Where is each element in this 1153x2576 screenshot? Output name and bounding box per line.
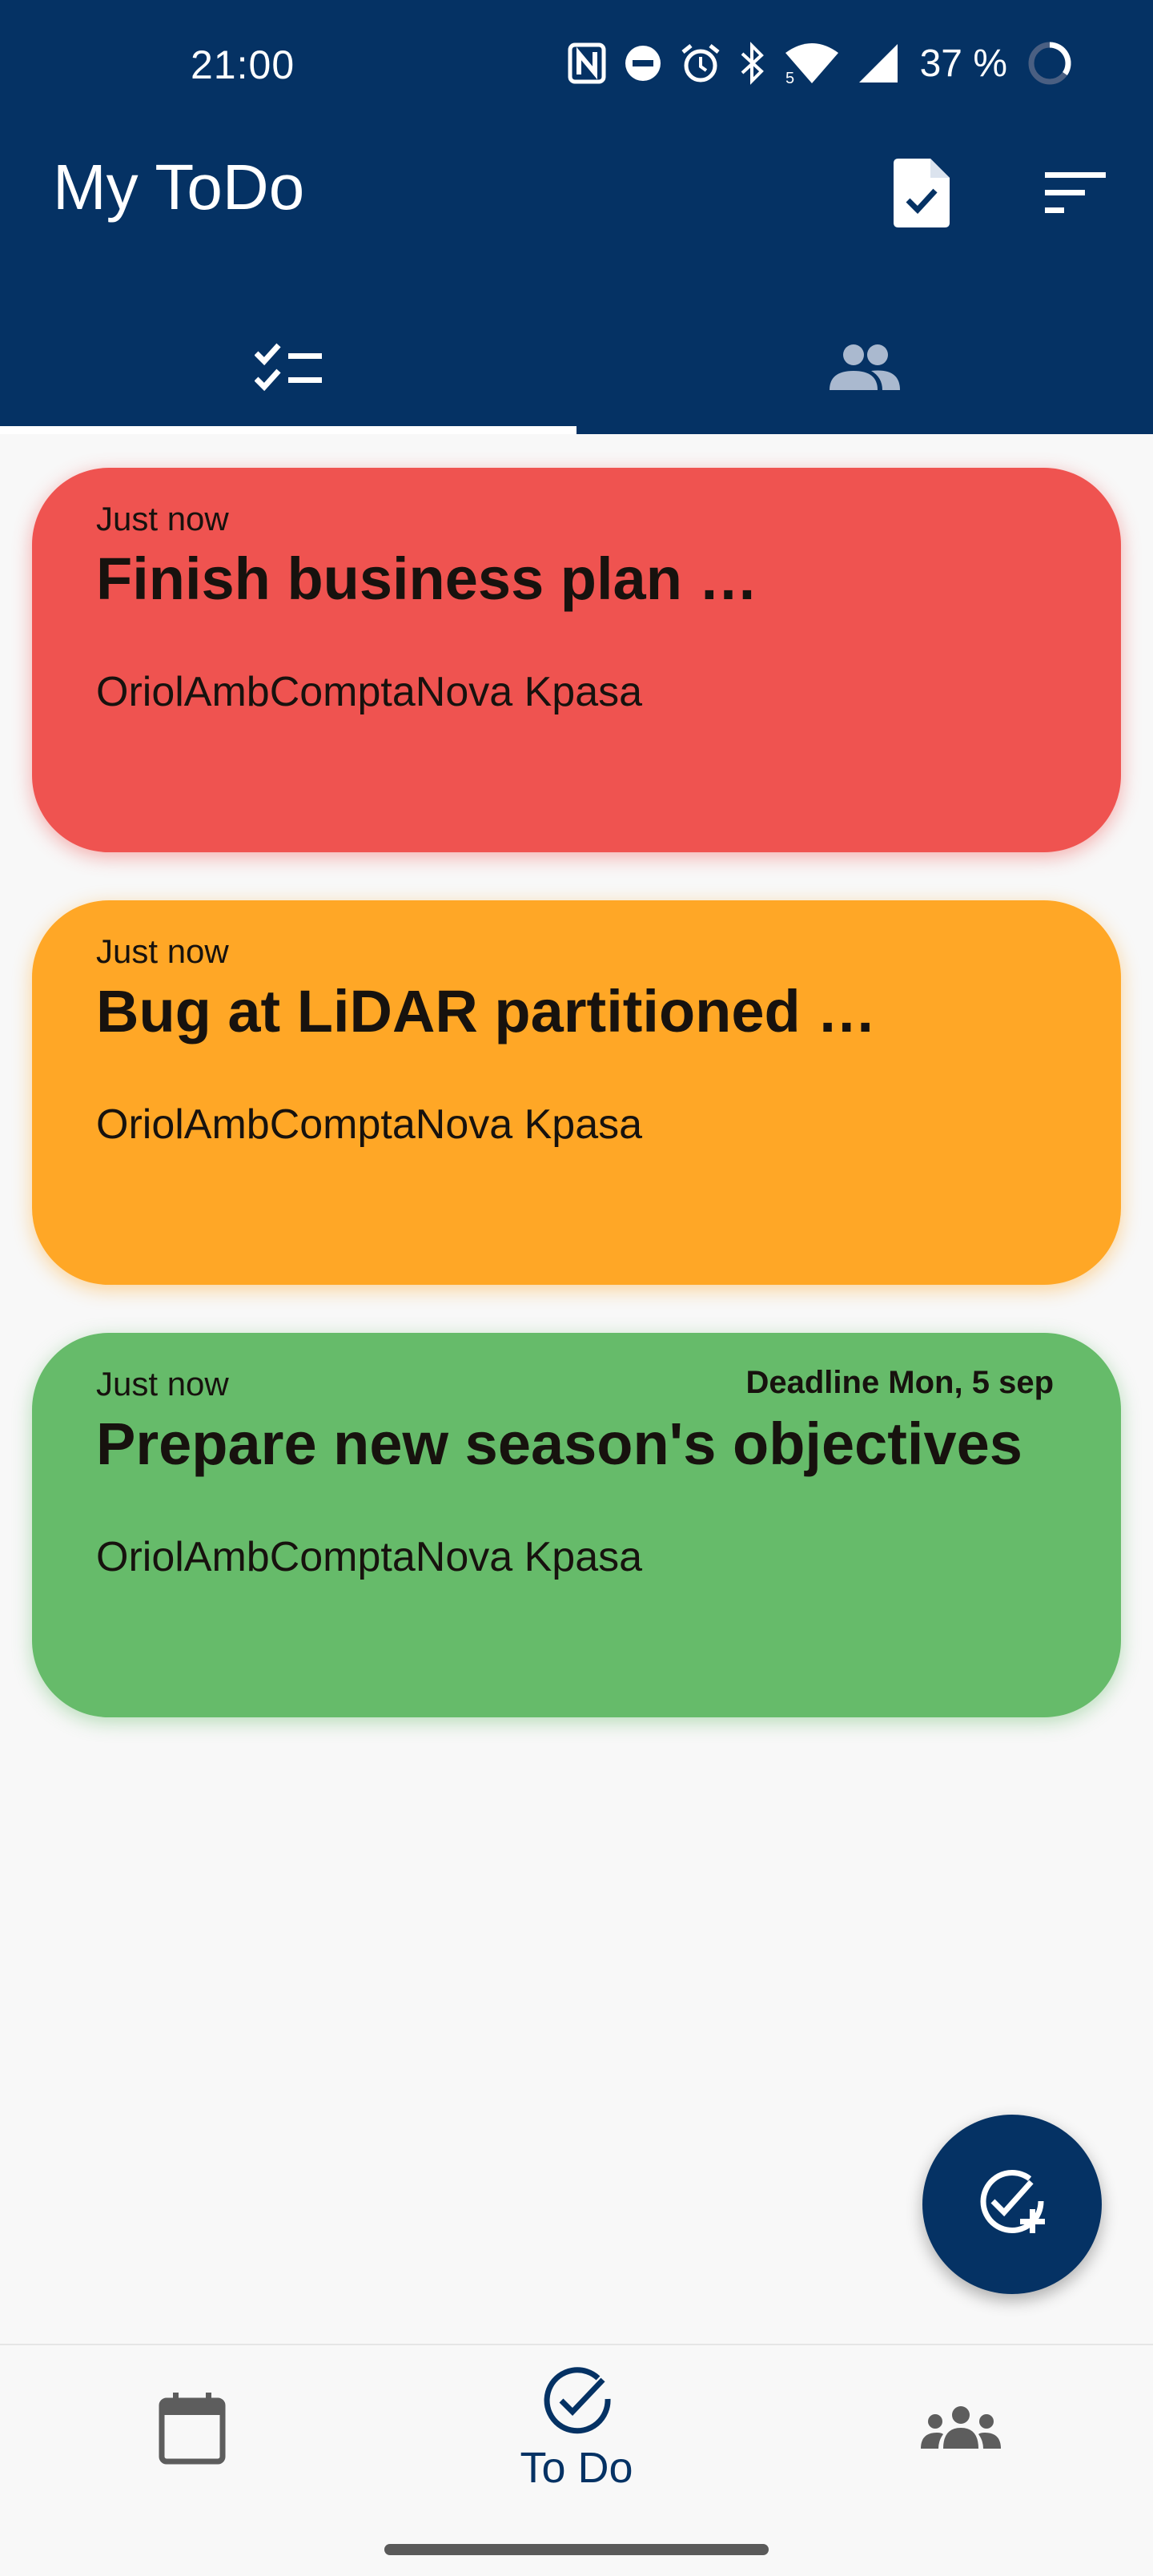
task-title: Bug at LiDAR partitioned … [96, 978, 877, 1044]
group-icon [828, 344, 902, 396]
add-task-button[interactable] [922, 2115, 1102, 2294]
status-icons: 5 37 % [568, 37, 1073, 90]
app-header: 21:00 5 37 % My ToDo [0, 0, 1153, 434]
status-time: 21:00 [191, 42, 295, 87]
nav-todo-label: To Do [520, 2443, 633, 2492]
add-task-icon [974, 2164, 1051, 2245]
task-time: Just now [96, 932, 229, 970]
task-card[interactable]: Just now Bug at LiDAR partitioned … Orio… [32, 900, 1121, 1285]
task-card[interactable]: Just now Finish business plan … OriolAmb… [32, 468, 1121, 852]
task-document-icon [894, 158, 950, 231]
task-document-button[interactable] [878, 151, 966, 239]
battery-icon [1026, 40, 1073, 87]
task-time: Just now [96, 1365, 229, 1403]
wifi-icon: 5 [784, 42, 840, 85]
svg-text:5: 5 [785, 70, 794, 85]
task-card[interactable]: Just now Deadline Mon, 5 sep Prepare new… [32, 1333, 1121, 1717]
alarm-icon [680, 42, 721, 84]
task-title: Finish business plan … [96, 545, 758, 612]
task-user: OriolAmbComptaNova Kpasa [96, 1101, 643, 1148]
sort-icon [1045, 171, 1106, 219]
check-circle-icon [542, 2366, 611, 2440]
home-indicator[interactable] [384, 2544, 769, 2555]
tab-tasks[interactable] [0, 304, 576, 434]
task-user: OriolAmbComptaNova Kpasa [96, 669, 643, 715]
app-title: My ToDo [53, 151, 305, 223]
sort-button[interactable] [1031, 151, 1119, 239]
bluetooth-icon [739, 41, 766, 86]
calendar-icon [159, 2391, 226, 2469]
checklist-icon [254, 342, 322, 397]
tab-team[interactable] [576, 304, 1153, 434]
task-user: OriolAmbComptaNova Kpasa [96, 1534, 643, 1580]
status-bar: 21:00 5 37 % [0, 0, 1153, 133]
task-deadline: Deadline Mon, 5 sep [745, 1365, 1054, 1400]
task-title: Prepare new season's objectives [96, 1411, 1022, 1477]
task-time: Just now [96, 500, 229, 537]
nfc-icon [568, 42, 606, 84]
nav-todo[interactable]: To Do [384, 2345, 769, 2514]
signal-icon [858, 42, 899, 84]
bottom-navigation: To Do [0, 2344, 1153, 2576]
nav-groups[interactable] [769, 2345, 1153, 2514]
nav-calendar[interactable] [0, 2345, 384, 2514]
dnd-icon [624, 44, 662, 83]
groups-icon [921, 2405, 1001, 2454]
selected-tab-indicator [0, 426, 576, 434]
battery-percentage: 37 % [919, 42, 1007, 85]
